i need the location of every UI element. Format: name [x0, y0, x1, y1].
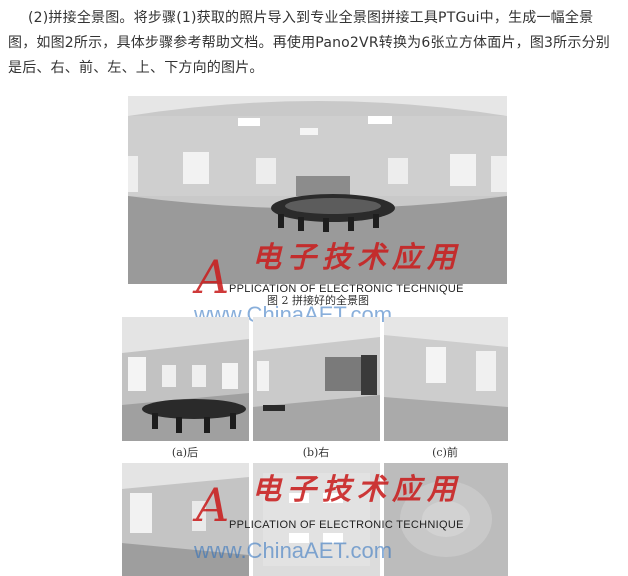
caption-right: (b)右	[302, 446, 330, 459]
paragraph-text: (2)拼接全景图。将步骤(1)获取的照片导入到专业全景图拼接工具PTGui中，生…	[8, 10, 610, 76]
watermark-chinese: 电子技术应用	[252, 240, 463, 274]
cube-face-right	[253, 317, 380, 441]
watermark-logo-letter-2: A	[196, 478, 230, 532]
cube-face-back-scene	[122, 317, 249, 441]
watermark-english-2: PPLICATION OF ELECTRONIC TECHNIQUE	[229, 519, 464, 531]
cube-face-back	[122, 317, 249, 441]
watermark-url-2: www.ChinaAET.com	[194, 538, 393, 563]
body-paragraph: (2)拼接全景图。将步骤(1)获取的照片导入到专业全景图拼接工具PTGui中，生…	[8, 6, 620, 81]
cube-face-front	[384, 317, 508, 441]
cube-face-front-scene	[384, 317, 508, 441]
cube-face-right-scene	[253, 317, 380, 441]
caption-back: (a)后	[171, 446, 199, 459]
watermark-chinese-2: 电子技术应用	[252, 472, 463, 506]
caption-front: (c)前	[432, 446, 458, 459]
watermark-logo-letter: A	[196, 250, 230, 304]
